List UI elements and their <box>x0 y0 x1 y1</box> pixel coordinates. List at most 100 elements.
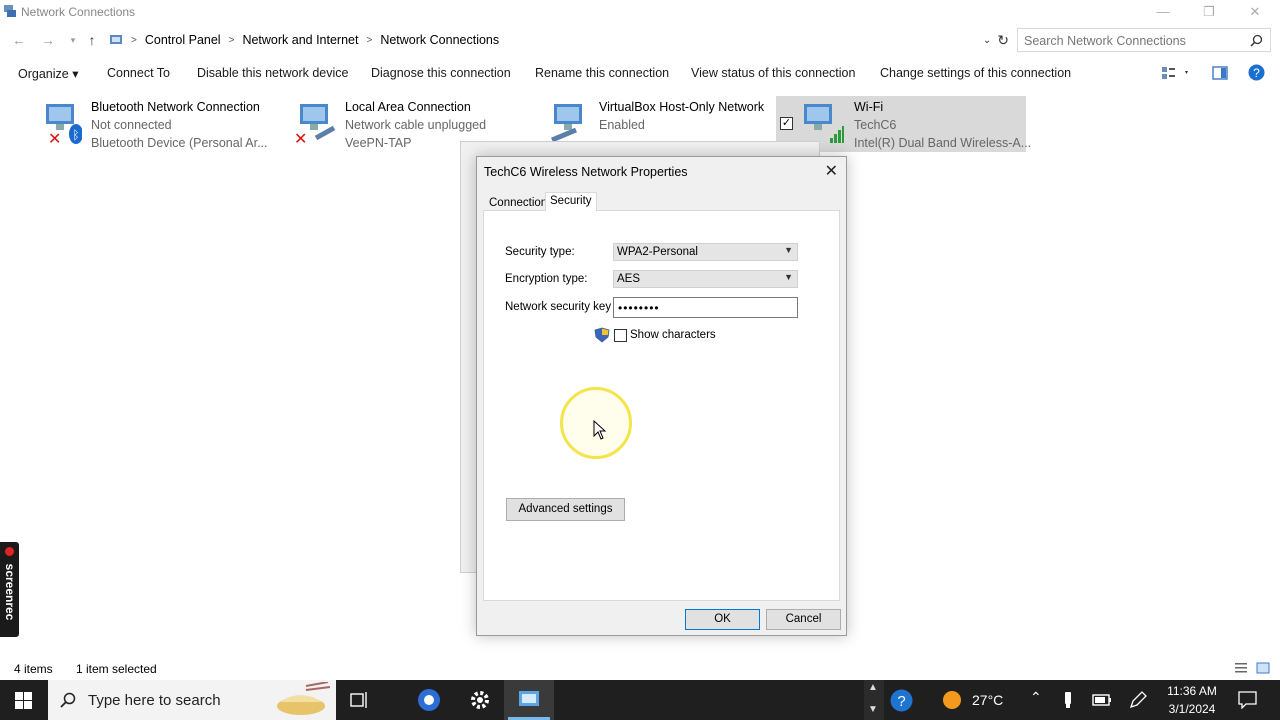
help-icon[interactable]: ? <box>1248 64 1265 81</box>
details-view-icon[interactable] <box>1234 661 1248 675</box>
network-key-label: Network security key <box>505 301 612 313</box>
large-icons-view-icon[interactable] <box>1256 661 1270 675</box>
chevron-down-icon: ▼ <box>784 245 793 255</box>
dialog-close-icon[interactable]: ✕ <box>825 161 838 181</box>
battery-icon[interactable] <box>1092 693 1112 707</box>
help-icon[interactable]: ? <box>890 689 913 712</box>
chevron-right-icon: > <box>228 34 235 46</box>
change-view-icon[interactable] <box>1161 66 1189 80</box>
connect-to-button[interactable]: Connect To <box>107 66 170 80</box>
breadcrumb-network-and-internet[interactable]: Network and Internet <box>242 33 358 47</box>
connection-name: Wi-Fi <box>854 100 884 114</box>
task-view-icon[interactable] <box>350 691 370 709</box>
restore-button[interactable]: ❐ <box>1186 0 1232 24</box>
address-dropdown-icon[interactable]: ⌄ <box>983 35 991 46</box>
item-checkbox[interactable]: ✓ <box>780 117 793 130</box>
app-gear-blue-icon[interactable] <box>415 688 443 712</box>
search-input[interactable]: Search Network Connections <box>1017 28 1271 52</box>
show-characters-checkbox[interactable] <box>614 329 627 342</box>
security-tab-panel: Security type: WPA2-Personal ▼ Encryption… <box>483 210 840 601</box>
connection-status: Network cable unplugged <box>345 118 487 132</box>
taskbar-search-input[interactable]: Type here to search <box>48 680 336 720</box>
diagnose-button[interactable]: Diagnose this connection <box>371 66 511 80</box>
chevron-right-icon: > <box>366 34 373 46</box>
connection-device: VeePN-TAP <box>345 136 412 150</box>
rename-button[interactable]: Rename this connection <box>535 66 669 80</box>
notifications-icon[interactable] <box>1238 691 1257 709</box>
disable-device-button[interactable]: Disable this network device <box>197 66 348 80</box>
mouse-cursor-icon <box>593 420 607 440</box>
search-icon <box>60 692 76 708</box>
security-type-label: Security type: <box>505 246 575 258</box>
items-count: 4 items <box>14 662 53 676</box>
connection-status: Not connected <box>91 118 172 132</box>
svg-text:✕: ✕ <box>48 129 61 144</box>
chevron-down-icon[interactable]: ▼ <box>868 704 878 715</box>
window-title: Network Connections <box>21 5 136 19</box>
settings-gear-icon[interactable] <box>469 689 491 711</box>
connection-device: Intel(R) Dual Band Wireless-A... <box>854 136 1032 150</box>
breadcrumb-control-panel[interactable]: Control Panel <box>145 33 221 47</box>
screenrec-badge: screenrec <box>0 542 19 637</box>
ethernet-adapter-icon: ✕ <box>294 104 336 144</box>
svg-text:?: ? <box>1253 66 1260 80</box>
search-icon <box>1250 34 1263 47</box>
control-panel-taskbar-button[interactable] <box>504 680 554 720</box>
up-arrow-icon[interactable]: ↑ <box>82 30 102 50</box>
address-bar: ← → ▾ ↑ > Control Panel > Network and In… <box>0 28 1280 52</box>
connection-name: Bluetooth Network Connection <box>91 100 260 114</box>
connection-name: VirtualBox Host-Only Network <box>599 100 765 114</box>
chevron-down-icon: ▼ <box>784 272 793 282</box>
close-button[interactable]: ✕ <box>1232 0 1278 24</box>
clock-time[interactable]: 11:36 AM <box>1158 684 1226 698</box>
svg-text:✕: ✕ <box>294 129 307 144</box>
forward-arrow-icon[interactable]: → <box>38 30 58 50</box>
connection-device: Bluetooth Device (Personal Ar... <box>91 136 268 150</box>
weather-sun-icon[interactable] <box>942 690 962 710</box>
ok-button[interactable]: OK <box>685 609 760 630</box>
refresh-icon[interactable]: ↻ <box>997 32 1009 49</box>
advanced-settings-button[interactable]: Advanced settings <box>506 498 625 521</box>
taskbar: Type here to search ▲ ▼ ? 27°C ⌃ 11:36 A… <box>0 680 1280 720</box>
uac-shield-icon <box>594 327 610 343</box>
connection-name: Local Area Connection <box>345 100 471 114</box>
recent-locations-chevron-icon[interactable]: ▾ <box>63 30 83 50</box>
breadcrumb[interactable]: > Control Panel > Network and Internet >… <box>106 28 1012 52</box>
svg-text:?: ? <box>897 693 905 710</box>
encryption-type-label: Encryption type: <box>505 273 588 285</box>
cancel-button[interactable]: Cancel <box>766 609 841 630</box>
wireless-properties-dialog: TechC6 Wireless Network Properties ✕ Con… <box>476 156 847 636</box>
wifi-adapter-icon <box>804 104 844 143</box>
minimize-button[interactable]: — <box>1140 0 1186 24</box>
pen-icon[interactable] <box>1129 691 1147 709</box>
usb-device-icon[interactable] <box>1063 691 1073 709</box>
network-key-input[interactable]: •••••••• <box>613 297 798 318</box>
encryption-type-select[interactable]: AES ▼ <box>613 270 798 288</box>
windows-start-icon[interactable] <box>15 692 32 709</box>
breadcrumb-network-connections[interactable]: Network Connections <box>380 33 499 47</box>
control-panel-icon <box>519 691 539 706</box>
view-status-button[interactable]: View status of this connection <box>691 66 855 80</box>
show-characters-label[interactable]: Show characters <box>630 329 716 341</box>
virtualbox-adapter-icon <box>551 104 582 143</box>
status-bar: 4 items 1 item selected <box>0 660 1280 680</box>
chevron-up-icon[interactable]: ▲ <box>868 682 878 693</box>
back-arrow-icon[interactable]: ← <box>9 30 29 50</box>
chevron-right-icon: > <box>131 34 137 46</box>
change-settings-button[interactable]: Change settings of this connection <box>880 66 1071 80</box>
show-hidden-icons-chevron-icon[interactable]: ⌃ <box>1030 689 1042 706</box>
selection-count: 1 item selected <box>76 662 157 676</box>
taskbar-scroll[interactable]: ▲ ▼ <box>864 680 884 720</box>
svg-text:ᛒ: ᛒ <box>72 128 79 142</box>
temperature[interactable]: 27°C <box>972 692 1003 708</box>
tab-security[interactable]: Security <box>545 192 597 211</box>
bluetooth-adapter-icon: ᛒ ✕ <box>46 104 82 144</box>
clock-date[interactable]: 3/1/2024 <box>1158 702 1226 716</box>
network-connections-icon <box>4 5 16 17</box>
security-type-select[interactable]: WPA2-Personal ▼ <box>613 243 798 261</box>
preview-pane-icon[interactable] <box>1212 66 1228 80</box>
control-panel-icon <box>110 35 122 44</box>
noodle-bowl-icon <box>277 682 331 715</box>
list-item[interactable]: ᛒ ✕ Bluetooth Network Connection Not con… <box>34 96 274 152</box>
organize-menu[interactable]: Organize ▾ <box>18 66 78 81</box>
